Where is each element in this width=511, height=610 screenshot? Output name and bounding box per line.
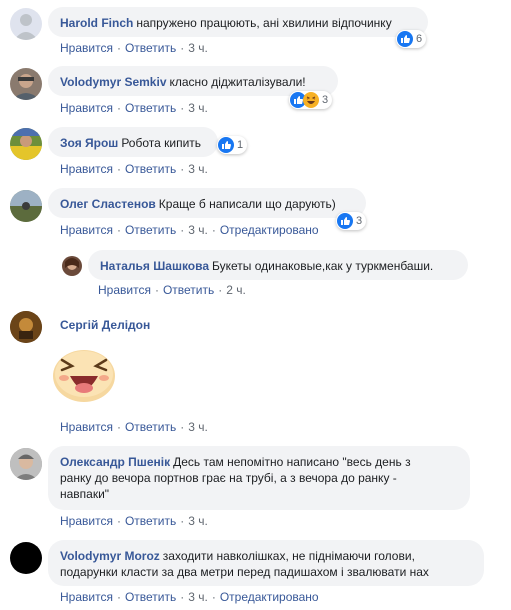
comment-bubble: Harold Finch напружено працюють, ані хвил…: [48, 7, 428, 37]
comment-text: напружено працюють, ані хвилини відпочин…: [136, 16, 392, 30]
avatar[interactable]: [10, 68, 42, 100]
reply-button[interactable]: Ответить: [125, 162, 176, 176]
timestamp[interactable]: 2 ч.: [226, 283, 246, 297]
comment-text: навпаки": [60, 487, 110, 501]
edited-label[interactable]: Отредактировано: [220, 223, 319, 237]
reaction-number: 6: [416, 33, 423, 45]
like-button[interactable]: Нравится: [60, 514, 113, 528]
comment-text: Робота кипить: [121, 136, 202, 150]
reply-button[interactable]: Ответить: [125, 514, 176, 528]
edited-label[interactable]: Отредактировано: [220, 590, 319, 604]
comment-text: ранку до вечора портнов грає на трубі, а…: [60, 471, 397, 485]
timestamp[interactable]: 3 ч.: [188, 223, 208, 237]
comment-text: заходити навколішках, не піднімаючи голо…: [162, 549, 415, 563]
reply-button[interactable]: Ответить: [125, 223, 176, 237]
like-icon: [397, 31, 413, 47]
timestamp[interactable]: 3 ч.: [188, 514, 208, 528]
comment-bubble: Олександр Пшенік Десь там непомітно напис…: [48, 446, 470, 510]
reaction-count[interactable]: 6: [396, 30, 427, 48]
like-button[interactable]: Нравится: [60, 41, 113, 55]
comment-bubble: Зоя Ярош Робота кипить: [48, 127, 218, 157]
comment-bubble: Наталья Шашкова Букеты одинаковые,как у т…: [88, 250, 468, 280]
timestamp[interactable]: 3 ч.: [188, 590, 208, 604]
reply-button[interactable]: Ответить: [125, 41, 176, 55]
timestamp[interactable]: 3 ч.: [188, 420, 208, 434]
avatar[interactable]: [10, 8, 42, 40]
comment-author[interactable]: Олександр Пшенік: [60, 455, 170, 469]
timestamp[interactable]: 3 ч.: [188, 41, 208, 55]
sticker[interactable]: [52, 340, 116, 404]
comment-actions: Нравится · Ответить · 3 ч.: [60, 162, 208, 176]
reaction-count[interactable]: 1: [217, 136, 248, 154]
comment-actions: Нравится · Ответить · 2 ч.: [98, 283, 246, 297]
comment-author[interactable]: Volodymyr Moroz: [60, 549, 160, 563]
like-button[interactable]: Нравится: [60, 590, 113, 604]
like-button[interactable]: Нравится: [98, 283, 151, 297]
avatar[interactable]: [62, 256, 82, 276]
reply-button[interactable]: Ответить: [163, 283, 214, 297]
comment-author[interactable]: Зоя Ярош: [60, 136, 118, 150]
comment-bubble: Volodymyr Moroz заходити навколішках, не …: [48, 540, 484, 586]
reply-button[interactable]: Ответить: [125, 101, 176, 115]
comment-actions: Нравится · Ответить · 3 ч. · Отредактировано: [60, 590, 319, 604]
like-button[interactable]: Нравится: [60, 162, 113, 176]
timestamp[interactable]: 3 ч.: [188, 162, 208, 176]
comment-text: Букеты одинаковые,как у туркменбаши.: [212, 259, 434, 273]
reaction-number: 3: [322, 94, 329, 106]
reaction-count[interactable]: 3: [336, 212, 367, 230]
reaction-number: 3: [356, 215, 363, 227]
comment-text: класно діджиталізували!: [169, 75, 306, 89]
comment-actions: Нравится · Ответить · 3 ч.: [60, 41, 208, 55]
comment-author[interactable]: Наталья Шашкова: [100, 259, 209, 273]
comment-actions: Нравится · Ответить · 3 ч. · Отредактировано: [60, 223, 319, 237]
comment-actions: Нравится · Ответить · 3 ч.: [60, 420, 208, 434]
comment-actions: Нравится · Ответить · 3 ч.: [60, 101, 208, 115]
comment-bubble: Олег Сластенов Краще б написали що даруют…: [48, 188, 366, 218]
avatar[interactable]: [10, 311, 42, 343]
avatar[interactable]: [10, 128, 42, 160]
comment-actions: Нравится · Ответить · 3 ч.: [60, 514, 208, 528]
comment-author[interactable]: Сергій Делідон: [60, 318, 150, 332]
haha-icon: [303, 92, 319, 108]
comment-text: Десь там непомітно написано "весь день з: [173, 455, 411, 469]
comment-author[interactable]: Harold Finch: [60, 16, 133, 30]
avatar[interactable]: [10, 190, 42, 222]
like-button[interactable]: Нравится: [60, 420, 113, 434]
like-button[interactable]: Нравится: [60, 223, 113, 237]
comment-text: Краще б написали що дарують): [158, 197, 336, 211]
like-button[interactable]: Нравится: [60, 101, 113, 115]
reaction-number: 1: [237, 139, 244, 151]
like-icon: [337, 213, 353, 229]
reply-button[interactable]: Ответить: [125, 420, 176, 434]
comment-author[interactable]: Volodymyr Semkiv: [60, 75, 167, 89]
reaction-count[interactable]: 3: [289, 91, 333, 109]
timestamp[interactable]: 3 ч.: [188, 101, 208, 115]
avatar[interactable]: [10, 542, 42, 574]
avatar[interactable]: [10, 448, 42, 480]
like-icon: [218, 137, 234, 153]
comment-author[interactable]: Олег Сластенов: [60, 197, 156, 211]
reply-button[interactable]: Ответить: [125, 590, 176, 604]
comment-text: подарунки класти за два метри перед пади…: [60, 565, 429, 579]
